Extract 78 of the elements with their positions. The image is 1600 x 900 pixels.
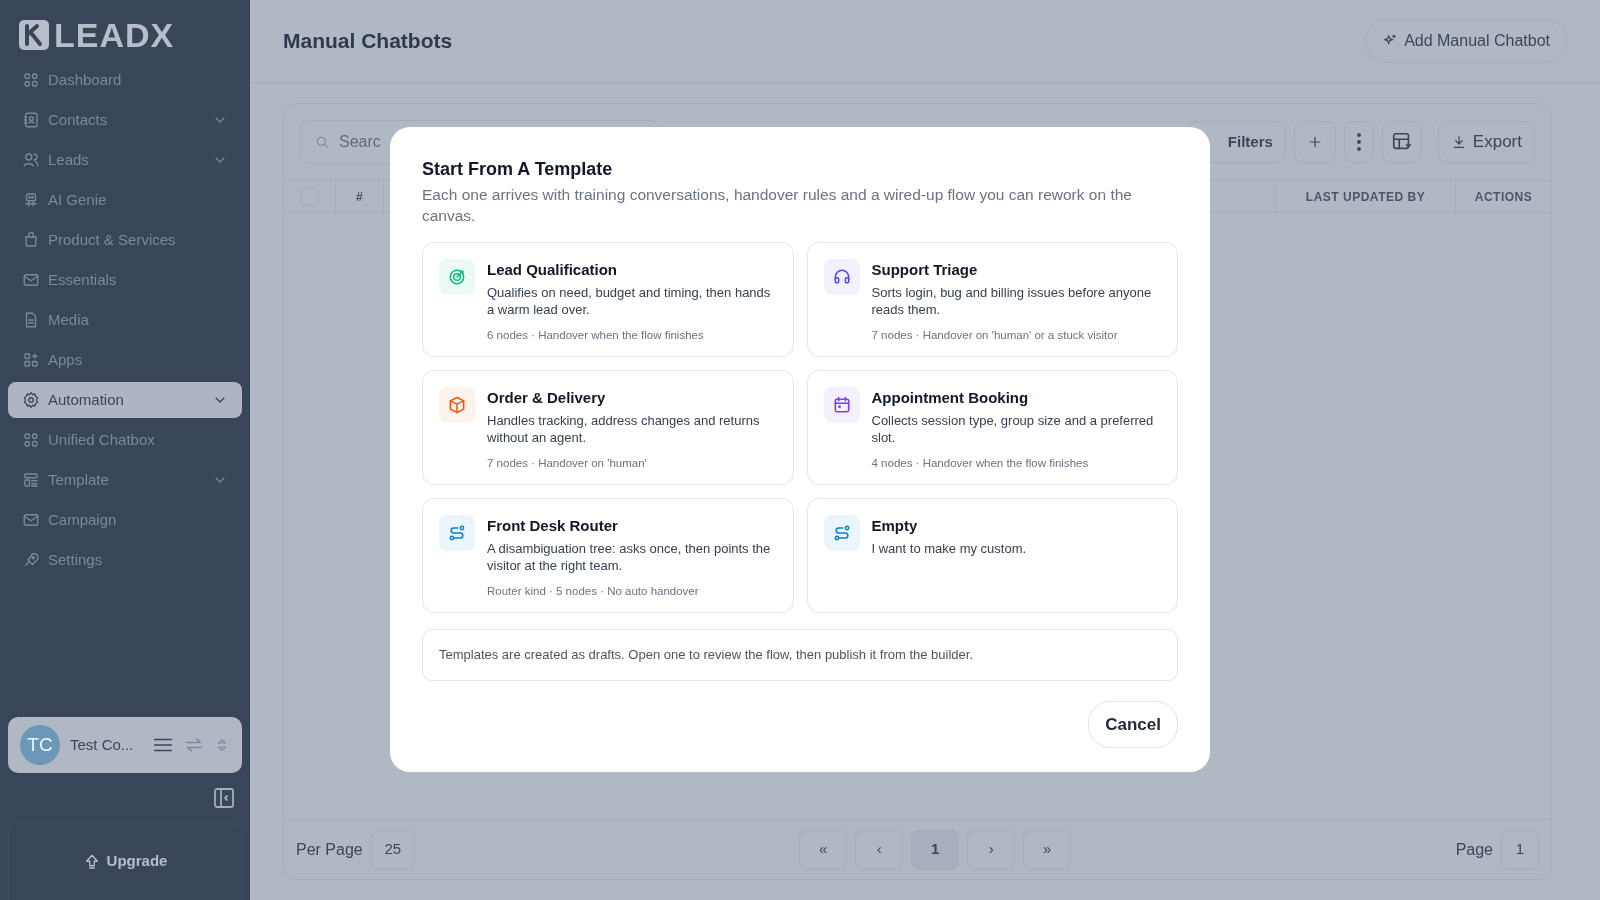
first-page-button[interactable]: « <box>799 829 848 870</box>
grid-icon <box>22 431 40 449</box>
page-title: Manual Chatbots <box>283 28 453 54</box>
dialog-subtitle: Each one arrives with training conversations, handover rules and a wired-up flow you can rework on the canvas. <box>422 184 1133 226</box>
template-card[interactable]: Lead Qualification Qualifies on need, budget and timing, then hands a warm lead over. 6 nodes · Handover when the flow finishes <box>422 242 794 358</box>
sidebar-item[interactable]: Apps <box>8 342 242 378</box>
page-input[interactable]: 1 <box>1501 829 1539 870</box>
logo-text: LEADX <box>54 18 175 52</box>
export-button[interactable]: Export <box>1437 121 1535 163</box>
profile-card[interactable]: TC Test Co... <box>8 717 242 774</box>
template-description: Collects session type, group size and a preferred slot. <box>871 412 1155 447</box>
column-header: ACTIONS <box>1473 188 1534 206</box>
contact-book-icon <box>22 111 40 129</box>
template-card[interactable]: Order & Delivery Handles tracking, address changes and returns without an agent. 7 nodes · Handover on 'human' <box>422 370 794 486</box>
sidebar-item[interactable]: Unified Chatbox <box>8 422 242 458</box>
template-title: Order & Delivery <box>487 388 607 409</box>
template-title: Support Triage <box>871 260 979 281</box>
package-icon <box>447 395 467 416</box>
per-page-label: Per Page <box>296 839 363 860</box>
column-header: LAST UPDATED BY <box>1276 181 1456 212</box>
next-page-button[interactable]: › <box>967 829 1016 870</box>
panel-collapse-icon <box>212 786 236 810</box>
template-description: Handles tracking, address changes and returns without an agent. <box>487 412 761 447</box>
more-options-button[interactable] <box>1343 121 1374 163</box>
template-description: Sorts login, bug and billing issues before anyone reads them. <box>871 284 1153 319</box>
template-title: Front Desk Router <box>487 516 619 537</box>
envelope-icon <box>22 511 40 529</box>
sidebar-item[interactable]: Media <box>8 302 242 338</box>
apps-icon <box>22 351 40 369</box>
upgrade-button[interactable]: Upgrade <box>8 822 242 900</box>
template-icon <box>22 471 40 489</box>
template-meta: 7 nodes · Handover on 'human' or a stuck visitor <box>871 327 1119 343</box>
profile-name: Test Co... <box>70 735 135 755</box>
template-title: Appointment Booking <box>871 388 1030 409</box>
sidebar-item[interactable]: Template <box>8 462 242 498</box>
info-note: Templates are created as drafts. Open one to review the flow, then publish it from the builder. <box>422 629 1178 681</box>
cancel-button[interactable]: Cancel <box>1088 700 1178 749</box>
column-header: # <box>336 181 384 212</box>
envelope-icon <box>22 271 40 289</box>
page-label: Page <box>1455 839 1493 860</box>
logo-icon <box>18 19 50 51</box>
template-meta: 7 nodes · Handover on 'human' <box>487 455 648 471</box>
previous-page-button[interactable]: ‹ <box>855 829 904 870</box>
template-description: A disambiguation tree: asks once, then points the visitor at the right team. <box>487 540 772 575</box>
per-page-select[interactable]: 25 <box>370 829 415 870</box>
template-card[interactable]: Front Desk Router A disambiguation tree: asks once, then points the visitor at the right team. Router kind · 5 nodes · No auto handover <box>422 498 794 614</box>
sidebar-item[interactable]: Essentials <box>8 262 242 298</box>
template-meta: 4 nodes · Handover when the flow finishes <box>871 455 1090 471</box>
collapse-sidebar-button[interactable] <box>212 785 236 810</box>
sidebar-item[interactable]: Campaign <box>8 502 242 538</box>
avatar: TC <box>20 725 60 766</box>
gear-icon <box>22 391 40 409</box>
sidebar-item[interactable]: Product & Services <box>8 222 242 258</box>
template-title: Lead Qualification <box>487 260 619 281</box>
last-page-button[interactable]: » <box>1023 829 1072 870</box>
template-meta: Router kind · 5 nodes · No auto handover <box>487 583 700 599</box>
template-card[interactable]: Empty I want to make my custom. <box>806 498 1178 614</box>
search-icon <box>314 134 330 150</box>
users-icon <box>22 151 40 169</box>
sidebar-item[interactable]: AI Genie <box>8 182 242 218</box>
sidebar-item[interactable]: Contacts <box>8 102 242 138</box>
template-title: Empty <box>871 516 919 537</box>
grid-icon <box>22 71 40 89</box>
dialog-title: Start From A Template <box>422 159 614 181</box>
template-meta: 6 nodes · Handover when the flow finishes <box>487 327 705 343</box>
sidebar-item[interactable]: Settings <box>8 542 242 578</box>
shopping-bag-icon <box>22 231 40 249</box>
page-button[interactable]: 1 <box>911 829 960 870</box>
sidebar-item[interactable]: Automation <box>8 382 242 418</box>
kebab-icon <box>1356 133 1361 151</box>
template-description: Qualifies on need, budget and timing, then hands a warm lead over. <box>487 284 772 319</box>
template-description: I want to make my custom. <box>871 540 1027 558</box>
robot-icon <box>22 191 40 209</box>
columns-button[interactable] <box>1381 121 1422 163</box>
template-card[interactable]: Appointment Booking Collects session type, group size and a preferred slot. 4 nodes · Handover when the flow finishes <box>806 370 1178 486</box>
sidebar-item[interactable]: Leads <box>8 142 242 178</box>
template-card[interactable]: Support Triage Sorts login, bug and billing issues before anyone reads them. 7 nodes · Handover on 'human' or a stuck visitor <box>806 242 1178 358</box>
sidebar-item[interactable]: Dashboard <box>8 62 242 98</box>
